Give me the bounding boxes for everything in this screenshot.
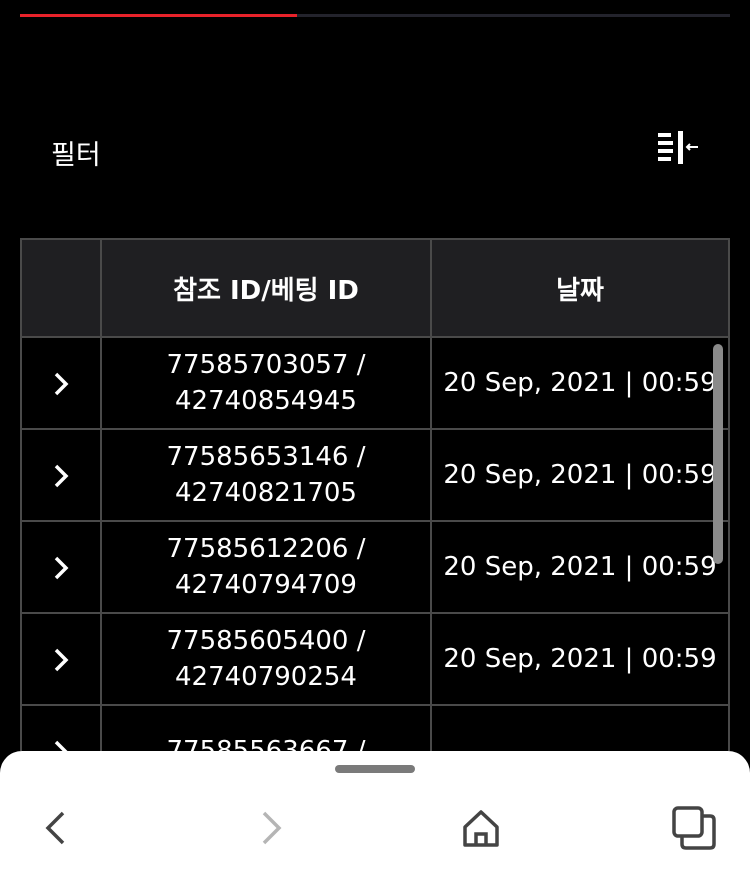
- back-button[interactable]: [32, 803, 82, 853]
- chevron-left-icon: [45, 811, 65, 845]
- chevron-right-icon: [262, 811, 282, 845]
- reference-id: 77585612206 /: [166, 534, 366, 564]
- date-cell: 20 Sep, 2021 | 00:59: [430, 520, 730, 614]
- chevron-right-icon: [54, 556, 69, 579]
- table-row[interactable]: 77585612206 / 42740794709 20 Sep, 2021 |…: [20, 520, 730, 614]
- browser-bottom-bar: [0, 751, 750, 871]
- reference-id: 77585703057 /: [166, 350, 366, 380]
- filter-toggle-button[interactable]: [652, 128, 702, 168]
- bet-id: 42740854945: [175, 386, 357, 416]
- expand-row-button[interactable]: [20, 520, 102, 614]
- progress-track: [20, 14, 730, 17]
- reference-id: 77585563667 /: [166, 736, 366, 751]
- chevron-right-icon: [54, 372, 69, 395]
- bet-history-table: 참조 ID/베팅 ID 날짜 77585703057 / 42740854945…: [20, 238, 730, 751]
- date-cell: 20 Sep, 2021 | 00:59: [430, 336, 730, 430]
- table-scrollbar[interactable]: [713, 344, 723, 564]
- table-row[interactable]: 77585653146 / 42740821705 20 Sep, 2021 |…: [20, 428, 730, 522]
- home-icon: [463, 810, 499, 847]
- chevron-right-icon: [54, 464, 69, 487]
- expand-row-button[interactable]: [20, 428, 102, 522]
- ref-id-cell: 77585653146 / 42740821705: [100, 428, 432, 522]
- header-date: 날짜: [430, 238, 730, 338]
- expand-row-button[interactable]: [20, 612, 102, 706]
- chevron-right-icon: [54, 648, 69, 671]
- header-expand: [20, 238, 102, 338]
- ref-id-cell: 77585605400 / 42740790254: [100, 612, 432, 706]
- table-row[interactable]: 77585703057 / 42740854945 20 Sep, 2021 |…: [20, 336, 730, 430]
- expand-row-button[interactable]: [20, 704, 102, 751]
- filter-collapse-icon: [658, 131, 698, 164]
- table-row[interactable]: 77585605400 / 42740790254 20 Sep, 2021 |…: [20, 612, 730, 706]
- expand-row-button[interactable]: [20, 336, 102, 430]
- bet-id: 42740794709: [175, 570, 357, 600]
- bet-id: 42740821705: [175, 478, 357, 508]
- tabs-button[interactable]: [668, 803, 718, 853]
- bet-id: 42740790254: [175, 662, 357, 692]
- ref-id-cell: 77585612206 / 42740794709: [100, 520, 432, 614]
- ref-id-cell: 77585703057 / 42740854945: [100, 336, 432, 430]
- forward-button[interactable]: [245, 803, 295, 853]
- date-cell: 20 Sep, 2021 | 00:59: [430, 428, 730, 522]
- filter-label: 필터: [51, 140, 101, 171]
- chevron-right-icon: [54, 740, 68, 751]
- home-button[interactable]: [456, 803, 506, 853]
- ref-id-cell: 77585563667 /: [100, 704, 432, 751]
- table-row[interactable]: 77585563667 /: [20, 704, 730, 751]
- reference-id: 77585605400 /: [166, 626, 366, 656]
- drag-handle[interactable]: [335, 765, 415, 773]
- reference-id: 77585653146 /: [166, 442, 366, 472]
- tabs-icon: [672, 806, 716, 850]
- date-cell: [430, 704, 730, 751]
- date-cell: 20 Sep, 2021 | 00:59: [430, 612, 730, 706]
- progress-fill: [20, 14, 297, 17]
- header-ref-id: 참조 ID/베팅 ID: [100, 238, 432, 338]
- table-header-row: 참조 ID/베팅 ID 날짜: [20, 238, 730, 338]
